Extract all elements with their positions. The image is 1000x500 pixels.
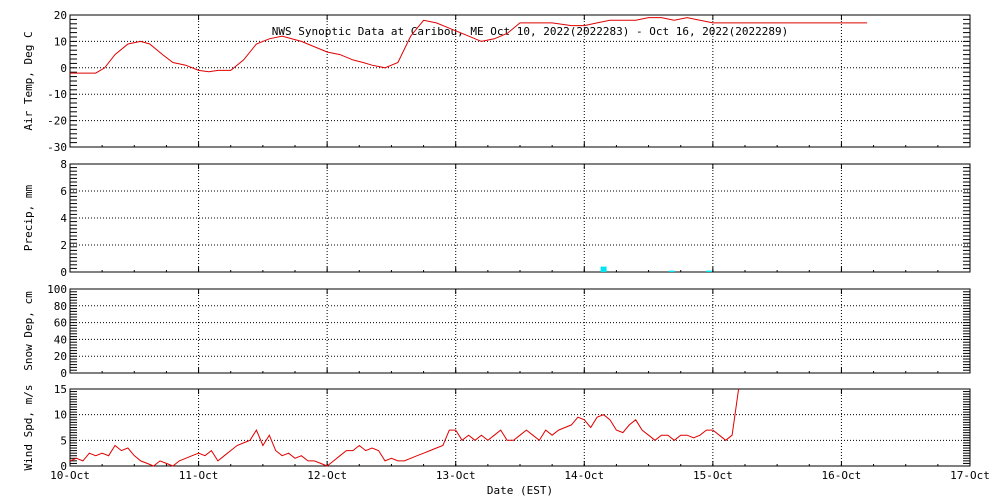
- y-tick-label: 6: [60, 185, 67, 198]
- y-tick-label: 15: [54, 383, 67, 396]
- x-tick-label: 14-Oct: [564, 469, 604, 482]
- series-line: [69, 388, 740, 467]
- y-tick-label: 80: [54, 300, 67, 313]
- y-tick-label: 2: [60, 239, 67, 252]
- y-axis-label: Air Temp, Deg C: [22, 31, 35, 130]
- precip-bar: [668, 270, 675, 272]
- y-tick-label: 0: [60, 266, 67, 279]
- y-tick-label: -30: [47, 141, 67, 154]
- chart-panels: 20100-10-20-30Air Temp, Deg C86420Precip…: [22, 9, 990, 482]
- panel-3: 151050Wind Spd, m/s: [22, 383, 971, 473]
- y-tick-label: 5: [60, 434, 67, 447]
- y-tick-label: 20: [54, 350, 67, 363]
- panel-2: 100 80 60 40 20 0 Snow Dep, cm: [22, 283, 971, 380]
- y-tick-label: 8: [60, 158, 67, 171]
- y-axis-label: Precip, mm: [22, 185, 35, 252]
- y-tick-label: 10: [54, 35, 67, 48]
- panel-frame: [69, 388, 971, 467]
- x-tick-label: 12-Oct: [307, 469, 347, 482]
- y-tick-label: 60: [54, 317, 67, 330]
- y-tick-label: 0: [60, 367, 67, 380]
- y-tick-label: -20: [47, 115, 67, 128]
- y-tick-label: 20: [54, 9, 67, 22]
- x-tick-label: 10-Oct: [50, 469, 90, 482]
- y-tick-label: -10: [47, 88, 67, 101]
- chart-title: NWS Synoptic Data at Caribou, ME Oct 10,…: [272, 25, 789, 38]
- x-tick-label: 13-Oct: [436, 469, 476, 482]
- panel-frame: [69, 288, 971, 374]
- y-axis-label: Wind Spd, m/s: [22, 384, 35, 470]
- chart-svg: NWS Synoptic Data at Caribou, ME Oct 10,…: [22, 9, 990, 497]
- x-tick-label: 17-Oct: [950, 469, 990, 482]
- x-tick-label: 11-Oct: [179, 469, 219, 482]
- y-tick-label: 0: [60, 62, 67, 75]
- y-axis-label: Snow Dep, cm: [22, 291, 35, 371]
- precip-bar: [706, 270, 712, 272]
- y-tick-label: 10: [54, 409, 67, 422]
- precip-bar: [600, 266, 607, 272]
- y-tick-label: 4: [60, 212, 67, 225]
- x-tick-label: 15-Oct: [693, 469, 733, 482]
- panel-1: 8 6 4 2 0 Precip, mm: [22, 158, 971, 279]
- x-axis-label: Date (EST): [487, 484, 553, 497]
- x-tick-label: 16-Oct: [822, 469, 862, 482]
- y-tick-label: 100: [47, 283, 67, 296]
- y-tick-label: 40: [54, 333, 67, 346]
